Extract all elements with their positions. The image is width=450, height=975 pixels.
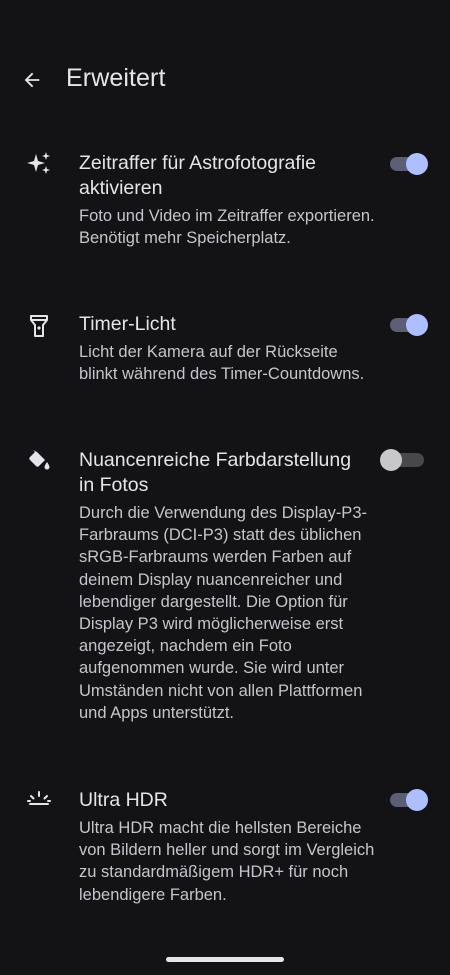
display-p3-toggle[interactable] [380,449,424,471]
toggle-thumb [380,449,402,471]
astro-timelapse-toggle[interactable] [390,153,428,175]
setting-astro-timelapse[interactable]: Zeitraffer für Astrofotografie aktiviere… [0,150,450,280]
sparkle-icon [27,152,50,174]
paint-bucket-icon [29,450,50,470]
setting-description: Foto und Video im Zeitraffer exportieren… [79,207,375,248]
setting-display-p3[interactable]: Nuancenreiche Farbdarstellung in Fotos D… [0,448,450,748]
flashlight-icon [30,315,48,337]
setting-ultra-hdr[interactable]: Ultra HDR Ultra HDR macht die hellsten B… [0,788,450,928]
setting-timer-light[interactable]: Timer-Licht Licht der Kamera auf der Rüc… [0,312,450,412]
toggle-thumb [406,314,428,336]
top-app-bar: Erweitert [0,58,450,102]
setting-title: Nuancenreiche Farbdarstellung in Fotos [79,449,352,496]
setting-title: Timer-Licht [79,313,176,335]
gesture-navigation-bar[interactable] [166,957,284,962]
setting-description: Licht der Kamera auf der Rückseite blink… [79,343,365,384]
setting-description: Durch die Verwendung des Display-P3-Farb… [79,504,367,722]
setting-description: Ultra HDR macht die hellsten Bereiche vo… [79,819,375,904]
page-title: Erweitert [66,64,166,92]
back-button[interactable] [16,64,48,96]
hdr-sun-icon [27,791,51,805]
arrow-back-icon [24,72,40,88]
toggle-thumb [406,153,428,175]
timer-light-toggle[interactable] [390,314,428,336]
setting-title: Zeitraffer für Astrofotografie aktiviere… [79,152,316,199]
toggle-thumb [406,789,428,811]
ultra-hdr-toggle[interactable] [390,789,428,811]
setting-title: Ultra HDR [79,789,168,811]
